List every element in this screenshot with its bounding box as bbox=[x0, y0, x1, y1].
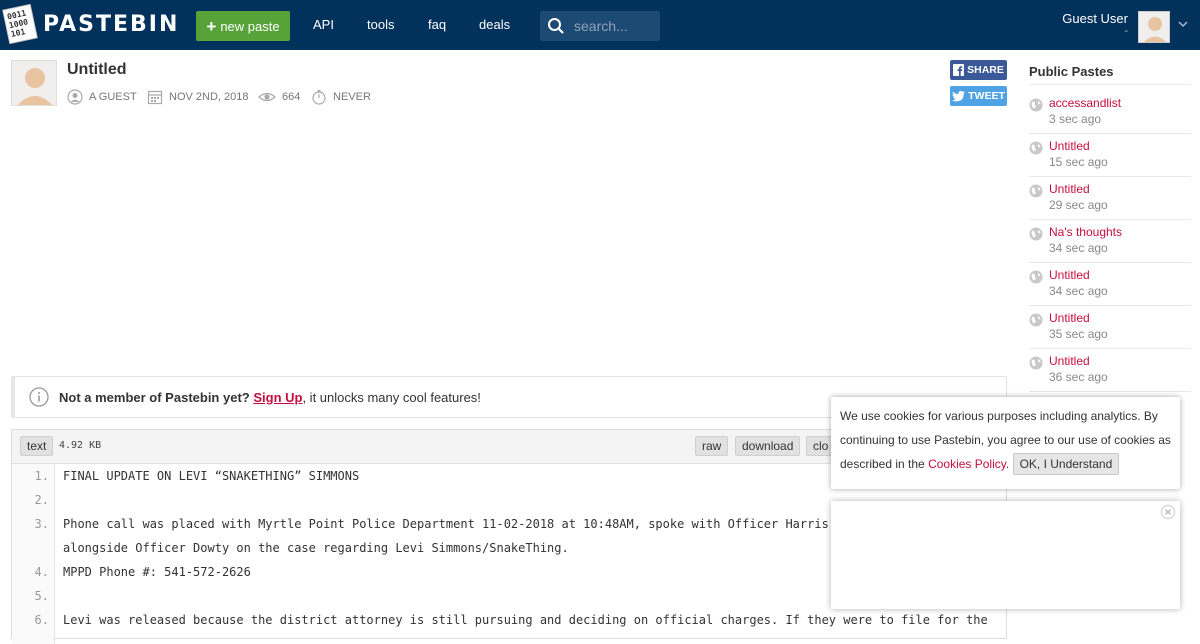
divider bbox=[1029, 391, 1191, 392]
expiration-text: NEVER bbox=[333, 91, 371, 103]
nav-link-tools[interactable]: tools bbox=[367, 17, 394, 32]
code-line: FINAL UPDATE ON LEVI “SNAKETHING” SIMMON… bbox=[63, 469, 360, 483]
search-box[interactable] bbox=[540, 11, 660, 41]
line-number: 1. bbox=[34, 469, 49, 483]
paste-title: Untitled bbox=[67, 61, 127, 78]
public-paste-item[interactable]: accessandlist 3 sec ago bbox=[1029, 90, 1191, 133]
paste-author-avatar bbox=[11, 60, 57, 106]
public-paste-title[interactable]: accessandlist bbox=[1049, 96, 1121, 110]
public-paste-time: 36 sec ago bbox=[1049, 370, 1108, 384]
public-paste-item[interactable]: Untitled 29 sec ago bbox=[1029, 176, 1191, 219]
line-number-gutter: 1. 2. 3. 4. 5. 6. bbox=[12, 464, 55, 644]
code-line: MPPD Phone #: 541-572-2626 bbox=[63, 565, 251, 579]
search-icon bbox=[548, 18, 564, 34]
new-paste-label: new paste bbox=[220, 18, 280, 34]
guest-avatar-icon bbox=[1139, 12, 1169, 42]
public-paste-time: 29 sec ago bbox=[1049, 198, 1108, 212]
public-paste-time: 35 sec ago bbox=[1049, 327, 1108, 341]
public-paste-item[interactable]: Untitled 35 sec ago bbox=[1029, 305, 1191, 348]
user-avatar[interactable] bbox=[1138, 11, 1170, 43]
public-paste-time: 34 sec ago bbox=[1049, 284, 1108, 298]
cookie-consent-popup: We use cookies for various purposes incl… bbox=[831, 397, 1180, 489]
public-paste-title[interactable]: Untitled bbox=[1049, 311, 1090, 325]
user-menu[interactable]: Guest User - bbox=[1062, 11, 1128, 37]
paste-expiration: NEVER bbox=[311, 89, 371, 105]
signup-link[interactable]: Sign Up bbox=[253, 390, 302, 405]
new-paste-button[interactable]: + new paste bbox=[196, 11, 290, 41]
notice-tail: , it unlocks many cool features! bbox=[302, 389, 481, 405]
twitter-tweet-button[interactable]: TWEET bbox=[950, 86, 1007, 106]
globe-icon bbox=[1029, 270, 1043, 284]
line-number: 2. bbox=[34, 493, 49, 507]
public-paste-title[interactable]: Untitled bbox=[1049, 182, 1090, 196]
nav-link-api[interactable]: API bbox=[313, 17, 334, 32]
logo-icon: 0011 1000 101 bbox=[2, 3, 38, 45]
cookies-policy-link[interactable]: Cookies Policy bbox=[928, 457, 1006, 471]
paste-author: A GUEST bbox=[67, 89, 137, 105]
ad-container bbox=[831, 501, 1180, 609]
line-number: 6. bbox=[34, 613, 49, 627]
globe-icon bbox=[1029, 141, 1043, 155]
nav-link-deals[interactable]: deals bbox=[479, 17, 510, 32]
globe-icon bbox=[1029, 356, 1043, 370]
calendar-icon bbox=[147, 90, 163, 105]
public-paste-item[interactable]: Na's thoughts 34 sec ago bbox=[1029, 219, 1191, 262]
syntax-tag[interactable]: text bbox=[20, 436, 54, 456]
facebook-icon bbox=[953, 64, 965, 76]
user-icon bbox=[67, 89, 83, 105]
line-number: 3. bbox=[34, 517, 49, 531]
public-paste-title[interactable]: Untitled bbox=[1049, 139, 1090, 153]
public-paste-title[interactable]: Untitled bbox=[1049, 354, 1090, 368]
paste-size: 4.92 KB bbox=[59, 440, 102, 451]
guest-avatar-icon bbox=[12, 61, 56, 105]
notice-lead: Not a member of Pastebin yet? bbox=[59, 389, 250, 405]
pastebin-logo[interactable]: 0011 1000 101 PASTEBIN bbox=[2, 3, 180, 45]
line-number: 4. bbox=[34, 565, 49, 579]
public-paste-time: 34 sec ago bbox=[1049, 241, 1108, 255]
globe-icon bbox=[1029, 184, 1043, 198]
download-button[interactable]: download bbox=[735, 436, 801, 456]
info-icon bbox=[29, 387, 49, 407]
user-subtitle: - bbox=[1124, 25, 1128, 37]
views-count: 664 bbox=[282, 91, 301, 103]
close-icon[interactable] bbox=[1161, 505, 1175, 519]
nav-link-faq[interactable]: faq bbox=[428, 17, 446, 32]
share-label: SHARE bbox=[967, 64, 1004, 76]
line-number: 5. bbox=[34, 589, 49, 603]
code-line: Phone call was placed with Myrtle Point … bbox=[63, 517, 829, 531]
public-paste-item[interactable]: Untitled 36 sec ago bbox=[1029, 348, 1191, 391]
divider bbox=[1029, 84, 1191, 85]
paste-views: 664 bbox=[258, 89, 300, 105]
globe-icon bbox=[1029, 98, 1043, 112]
public-paste-item[interactable]: Untitled 15 sec ago bbox=[1029, 133, 1191, 176]
search-input[interactable] bbox=[574, 18, 654, 34]
eye-icon bbox=[258, 92, 276, 102]
public-paste-item[interactable]: Untitled 34 sec ago bbox=[1029, 262, 1191, 305]
raw-button[interactable]: raw bbox=[695, 436, 729, 456]
globe-icon bbox=[1029, 227, 1043, 241]
top-navigation-bar: 0011 1000 101 PASTEBIN + new paste API t… bbox=[0, 0, 1200, 50]
public-paste-title[interactable]: Na's thoughts bbox=[1049, 225, 1122, 239]
logo-text: PASTEBIN bbox=[43, 11, 180, 37]
public-paste-title[interactable]: Untitled bbox=[1049, 268, 1090, 282]
public-pastes-title: Public Pastes bbox=[1029, 64, 1114, 79]
user-name: Guest User bbox=[1062, 11, 1128, 26]
cookie-text-end: . bbox=[1005, 457, 1010, 471]
chevron-down-icon[interactable] bbox=[1177, 18, 1189, 30]
tweet-label: TWEET bbox=[968, 90, 1005, 102]
paste-date: NOV 2ND, 2018 bbox=[147, 89, 248, 105]
plus-icon: + bbox=[206, 16, 217, 36]
public-paste-time: 3 sec ago bbox=[1049, 112, 1102, 126]
public-paste-time: 15 sec ago bbox=[1049, 155, 1108, 169]
timer-icon bbox=[312, 90, 326, 105]
code-line: Levi was released because the district a… bbox=[63, 613, 988, 627]
globe-icon bbox=[1029, 313, 1043, 327]
facebook-share-button[interactable]: SHARE bbox=[950, 60, 1007, 80]
code-line: alongside Officer Dowty on the case rega… bbox=[63, 541, 569, 555]
twitter-bird-icon bbox=[952, 90, 966, 101]
cookie-accept-button[interactable]: OK, I Understand bbox=[1012, 453, 1120, 475]
date-text: NOV 2ND, 2018 bbox=[169, 91, 249, 103]
author-name[interactable]: A GUEST bbox=[89, 91, 137, 103]
